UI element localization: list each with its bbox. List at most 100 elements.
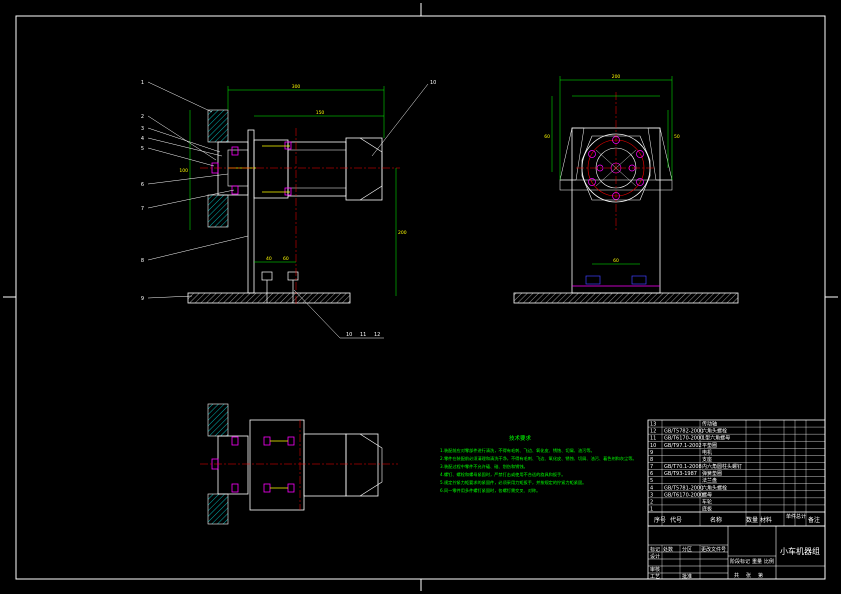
title-block: 标记 处数 分区 更改文件号 设计 审核 工艺 批准 阶段标记 重量 比例 共 … [647,525,826,580]
bom-row: 10 GB/T97.1-2002 平垫圈 [650,442,717,449]
bom-row: 3 GB/T6170-2000螺母 [650,491,712,498]
title-block-name: 小车机器组 [780,546,820,556]
bom-cell-no: 5 [650,478,653,484]
tb-label-weight: 重量 [752,558,762,565]
front-view: 300 150 100 200 40 60 1 2 3 4 5 6 7 8 9 … [141,80,436,339]
tech-req-line-6: 6.同一零件用多件螺钉紧固时，各螺钉需交叉、对称。 [440,487,540,494]
bom-cell-name: 1型六角螺母 [702,435,730,442]
dim-side-bottom: 60 [613,258,619,264]
bom-cell-no: 3 [650,492,653,498]
motor-mount [253,139,289,199]
part-num-8: 8 [141,258,144,264]
bom-header-no: 序号 [654,516,666,524]
tech-req-line-5: 5.规定拧紧力矩要求的紧固件，必须采用力矩扳手，并按规定的拧紧力矩紧固。 [440,479,586,486]
dim-side-right: 50 [674,134,680,140]
bom-cell-name: 底板 [702,506,712,513]
tb-label-sheet: 张 [746,572,751,579]
bom-cell-no: 7 [650,464,653,470]
dim-front-right: 200 [398,230,407,236]
tb-label-total: 共 [734,572,739,579]
tb-label-craft: 工艺 [650,574,660,580]
bom-cell-code: GB/T6170-2000 [664,436,703,442]
top-mount [249,419,305,511]
bom-cell-no: 12 [650,429,656,435]
bom-row: 5 法兰盘 [650,477,717,484]
wheel-upper [207,109,229,143]
bom-cell-code: GB/T70.1-2008 [664,464,702,470]
bom-header: 序号 代号 名称 数量 材料 单件 总计 备注 [648,511,825,524]
dim-side-top: 200 [612,74,621,80]
bom-cell-name: 支座 [702,456,712,463]
tb-label-mark: 标记 [650,546,660,553]
bom-cell-no: 4 [650,485,653,491]
tb-label-design: 设计 [650,553,660,560]
part-num-b3: 12 [374,332,380,338]
dim-front-bottom-b: 60 [283,256,289,262]
bom-cell-code: GB/T5782-2000 [664,429,703,435]
bom-cell-name: 六角头螺栓 [702,484,727,491]
bom-cell-name: 螺母 [702,491,712,498]
bom-row: 4 GB/T5781-2000六角头螺栓 [650,484,727,491]
bom-cell-name: 内六角圆柱头螺钉 [702,463,742,470]
bom-row: 8 支座 [650,456,712,463]
dim-front-left: 100 [179,168,188,174]
side-view: 200 60 50 60 [513,74,739,304]
bom-cell-no: 11 [650,436,656,442]
technical-requirements: 技术要求 1.装配前应对零部件进行清洗，不得有毛刺、飞边、氧化皮、锈蚀、切屑、油… [440,434,637,494]
tb-label-num: 第 [758,572,763,579]
bom-row: 2 车轮 [650,498,712,505]
bom-header-material: 材料 [760,516,772,524]
part-num-7: 7 [141,206,144,212]
tb-label-stage: 阶段标记 [730,558,750,565]
tb-label-approve: 批准 [682,573,692,580]
support-column [247,129,255,294]
bom-header-remark: 备注 [808,516,820,524]
tb-label-count: 处数 [663,546,673,553]
part-num-b1: 10 [346,332,352,338]
bom-cell-name: 电机 [702,449,712,456]
bom-header-code: 代号 [670,516,682,524]
dim-side-left: 60 [544,134,550,140]
bom-cell-name: 法兰盘 [702,477,717,484]
tech-req-line-4: 4.螺钉、螺栓和螺母紧固时，严禁打击或使用不合适的旋具和扳手。 [440,471,565,478]
bom-cell-code: GB/T97.1-2002 [664,443,702,449]
motor-cap [345,137,383,201]
bom-cell-no: 8 [650,457,653,463]
dim-front-bottom-a: 40 [266,256,272,262]
part-num-9: 9 [141,296,144,302]
bom-cell-no: 2 [650,499,653,505]
dim-front-top-outer: 300 [292,84,301,90]
part-num-3: 3 [141,126,144,132]
bom-cell-name: 弹簧垫圈 [702,470,722,477]
dim-front-top-inner: 150 [316,110,325,116]
tech-req-line-3: 3.装配过程中零件不允许磕、碰、划伤和锈蚀。 [440,463,528,470]
wheel-lower [207,194,229,228]
bom-cell-name: 平垫圈 [702,442,717,449]
top-view [200,403,398,525]
bom-header-unit: 单件 [786,513,796,520]
part-num-1: 1 [141,80,144,86]
bom-grid: 13 传动轴12 GB/T5782-2000六角头螺栓11 GB/T6170-2000… [647,420,826,526]
bom-row: 6 GB/T93-1987 弹簧垫圈 [650,470,722,477]
top-motor [303,433,347,497]
bom-row: 9 电机 [650,449,712,456]
part-num-4: 4 [141,136,144,142]
bom-cell-name: 车轮 [702,498,712,505]
tb-label-zone: 分区 [682,546,692,553]
tech-req-line-2: 2.零件在装配前必须清理和清洗干净，不得有毛刺、飞边、氧化皮、锈蚀、切屑、油污、… [440,455,637,462]
base-plate [187,292,351,304]
part-num-top: 10 [430,80,436,86]
tb-label-review: 审核 [650,566,660,573]
part-num-6: 6 [141,182,144,188]
bom-row: 12 GB/T5782-2000六角头螺栓 [650,428,727,435]
tb-label-scale: 比例 [764,558,774,565]
bom-table: 13 传动轴12 GB/T5782-2000六角头螺栓11 GB/T6170-2000… [647,419,826,527]
side-base-bolts [572,275,660,287]
bom-cell-name: 传动轴 [702,421,717,428]
tb-label-change: 更改文件号 [701,546,726,553]
bom-cell-code: GB/T5781-2000 [664,485,703,491]
bom-cell-no: 6 [650,471,653,477]
side-base [513,292,739,304]
tech-req-title: 技术要求 [509,434,532,442]
bom-cell-code: GB/T93-1987 [664,471,697,477]
